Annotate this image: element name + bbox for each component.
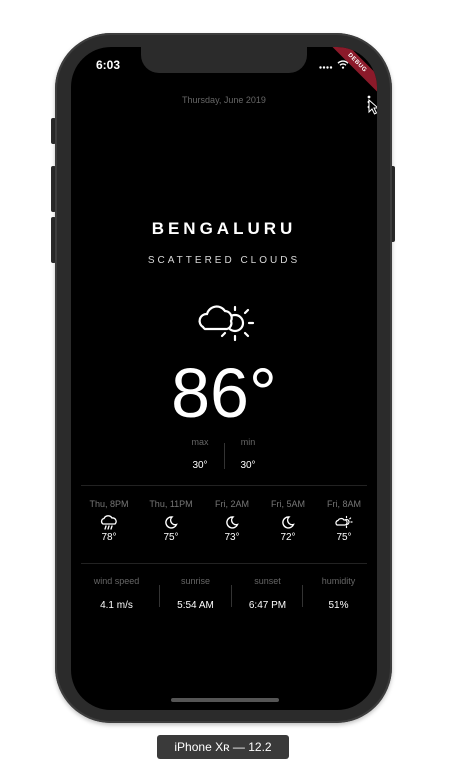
stat-sunrise: sunrise 5:54 AM (159, 576, 232, 611)
forecast-time: Fri, 8AM (326, 499, 361, 509)
cloud-sun-icon (198, 305, 255, 342)
min-label: min (240, 437, 256, 447)
current-temperature: 86° (171, 354, 277, 432)
stat-label: humidity (321, 576, 356, 586)
forecast-time: Fri, 5AM (270, 499, 305, 509)
forecast-time: Thu, 8PM (89, 499, 129, 509)
divider (81, 563, 367, 564)
device-label: iPhone Xʀ — 12.2 (157, 735, 289, 759)
date-label: Thursday, June 2019 (182, 95, 266, 105)
stat-value: 5:54 AM (177, 600, 214, 611)
stat-label: sunrise (180, 576, 210, 586)
stat-value: 4.1 m/s (100, 600, 133, 611)
app-screen: 6:03 DEBUG Thursday, June 2019 BENGALURU… (71, 47, 377, 710)
forecast-item: Thu, 11PM 75° (141, 499, 201, 543)
stat-wind-speed: wind speed 4.1 m/s (80, 576, 153, 611)
stat-value: 6:47 PM (248, 600, 287, 611)
mouse-cursor-icon (368, 99, 377, 115)
city-name: BENGALURU (151, 219, 297, 238)
divider (81, 485, 367, 486)
forecast-time: Fri, 2AM (214, 499, 249, 509)
moon-icon (282, 516, 295, 529)
minmax-divider (224, 443, 225, 469)
forecast-temp: 78° (101, 532, 117, 543)
signal-icon (319, 65, 333, 69)
notch (141, 47, 307, 73)
moon-icon (226, 516, 239, 529)
rain-cloud-icon (100, 515, 117, 530)
min-value: 30° (240, 460, 256, 471)
forecast-item: Fri, 8AM 75° (314, 499, 374, 543)
weather-condition: SCATTERED CLOUDS (147, 255, 301, 266)
stat-humidity: humidity 51% (302, 576, 375, 611)
stat-label: wind speed (93, 576, 140, 586)
stat-sunset: sunset 6:47 PM (231, 576, 304, 611)
forecast-temp: 72° (280, 532, 296, 543)
forecast-item: Fri, 2AM 73° (202, 499, 262, 543)
forecast-temp: 75° (163, 532, 179, 543)
status-icons (319, 60, 349, 69)
forecast-temp: 75° (336, 532, 352, 543)
stat-value: 51% (328, 600, 349, 611)
forecast-item: Fri, 5AM 72° (258, 499, 318, 543)
max-value: 30° (192, 460, 208, 471)
moon-icon (165, 516, 178, 529)
forecast-temp: 73° (224, 532, 240, 543)
cloud-sun-icon (335, 515, 353, 529)
status-time: 6:03 (96, 58, 121, 72)
max-label: max (191, 437, 209, 447)
forecast-item: Thu, 8PM 78° (79, 499, 139, 543)
home-indicator[interactable] (171, 698, 279, 702)
stat-label: sunset (254, 576, 281, 586)
forecast-time: Thu, 11PM (149, 499, 193, 509)
